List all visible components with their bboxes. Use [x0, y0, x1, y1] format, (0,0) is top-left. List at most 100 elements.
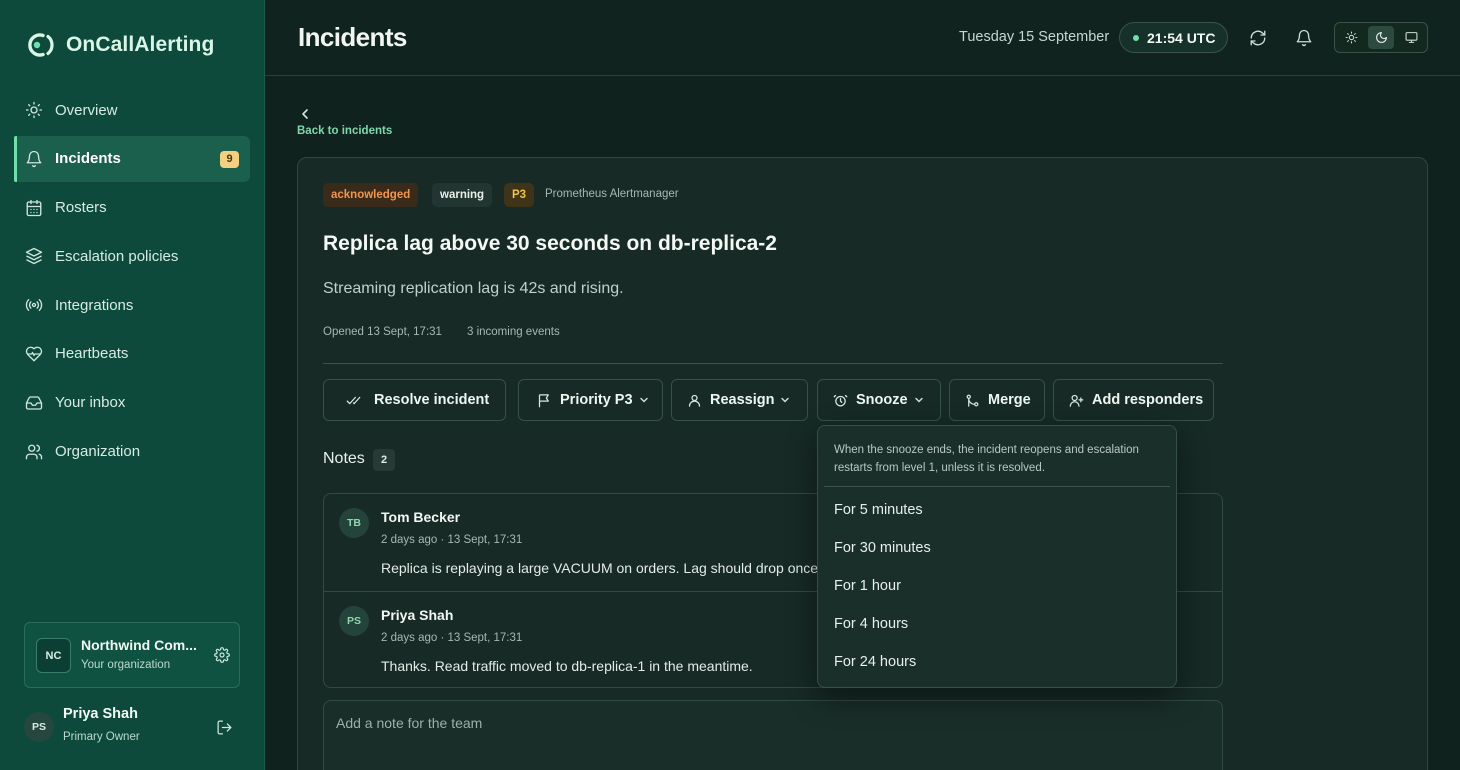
page-title: Incidents: [298, 22, 407, 52]
snooze-dropdown-button[interactable]: Snooze: [817, 379, 941, 421]
chevron-left-icon[interactable]: [299, 107, 311, 121]
resolve-incident-label: Resolve incident: [374, 392, 490, 408]
sidebar-nav: Overview Incidents 9 Rosters Escalation …: [14, 87, 250, 477]
reassign-label: Reassign: [710, 392, 775, 408]
sidebar-item-label: Incidents: [55, 150, 121, 168]
sidebar-item-integrations[interactable]: Integrations: [14, 282, 250, 328]
note-timestamp: 2 days ago · 13 Sept, 17:31: [381, 632, 523, 644]
moon-icon: [1375, 32, 1387, 43]
user-name: Priya Shah: [63, 706, 138, 722]
app-name: OnCallAlerting: [66, 33, 215, 56]
severity-badge: warning: [432, 183, 493, 207]
double-check-icon: [346, 396, 361, 404]
note-author: Tom Becker: [381, 509, 461, 525]
add-responders-button[interactable]: Add responders: [1053, 379, 1214, 421]
add-responders-label: Add responders: [1092, 392, 1204, 408]
sidebar-item-label: Escalation policies: [55, 247, 179, 265]
user-icon: [688, 394, 701, 407]
logout-icon[interactable]: [216, 719, 233, 736]
back-to-incidents-link[interactable]: Back to incidents: [297, 125, 392, 137]
user-plus-icon: [1069, 394, 1084, 407]
note-author: Priya Shah: [381, 607, 454, 623]
snooze-option-24-hours[interactable]: For 24 hours: [834, 654, 916, 670]
priority-badge: P3: [504, 183, 535, 207]
organization-switcher[interactable]: NC Northwind Com... Your organization: [24, 622, 240, 688]
sidebar-item-label: Overview: [55, 101, 118, 119]
theme-dark-button[interactable]: [1368, 26, 1394, 49]
calendar-icon: [26, 199, 42, 216]
incident-description: Streaming replication lag is 42s and ris…: [323, 280, 624, 297]
heart-pulse-icon: [25, 346, 43, 362]
divider: [323, 363, 1223, 364]
refresh-icon[interactable]: [1249, 29, 1267, 47]
user-role: Primary Owner: [63, 731, 140, 743]
inbox-icon: [25, 396, 43, 410]
divider: [824, 486, 1170, 487]
chevron-down-icon: [914, 397, 923, 403]
incident-title: Replica lag above 30 seconds on db-repli…: [323, 232, 777, 255]
sidebar-item-rosters[interactable]: Rosters: [14, 185, 250, 231]
sidebar-item-label: Heartbeats: [55, 345, 129, 363]
avatar: PS: [24, 712, 54, 742]
reassign-dropdown-button[interactable]: Reassign: [671, 379, 808, 421]
sun-icon: [1345, 31, 1357, 44]
bell-icon: [26, 150, 42, 167]
snooze-option-5-minutes[interactable]: For 5 minutes: [834, 502, 923, 518]
sidebar-item-label: Rosters: [55, 199, 107, 217]
snooze-menu: When the snooze ends, the incident reope…: [817, 425, 1177, 688]
note-timestamp: 2 days ago · 13 Sept, 17:31: [381, 534, 523, 546]
alarm-clock-icon: [833, 394, 848, 406]
utc-clock: 21:54 UTC: [1119, 22, 1228, 53]
sidebar-item-your-inbox[interactable]: Your inbox: [14, 380, 250, 426]
snooze-hint: When the snooze ends, the incident reope…: [834, 444, 1139, 474]
chevron-down-icon: [781, 397, 790, 403]
theme-light-button[interactable]: [1338, 26, 1364, 49]
status-badge: acknowledged: [323, 183, 419, 207]
org-name: Northwind Com...: [81, 637, 197, 653]
logo-icon: [28, 33, 54, 57]
layers-icon: [25, 248, 43, 265]
opened-timestamp: Opened 13 Sept, 17:31: [323, 326, 442, 338]
chevron-down-icon: [639, 397, 648, 403]
sidebar-item-label: Your inbox: [55, 394, 126, 412]
merge-button[interactable]: Merge: [949, 379, 1045, 421]
sidebar-item-heartbeats[interactable]: Heartbeats: [14, 331, 250, 377]
avatar: PS: [339, 606, 369, 636]
incident-source: Prometheus Alertmanager: [545, 188, 679, 200]
theme-system-button[interactable]: [1398, 26, 1424, 49]
org-subtitle: Your organization: [81, 659, 171, 671]
snooze-option-30-minutes[interactable]: For 30 minutes: [834, 540, 931, 556]
sun-icon: [25, 101, 43, 119]
notifications-bell-icon[interactable]: [1295, 29, 1313, 47]
add-note-textarea[interactable]: Add a note for the team: [323, 700, 1223, 770]
sidebar-item-label: Organization: [55, 443, 141, 461]
note-text: Replica is replaying a large VACUUM on o…: [381, 560, 819, 576]
incident-count-badge: 9: [220, 150, 239, 168]
incoming-events-count: 3 incoming events: [467, 326, 560, 338]
resolve-incident-button[interactable]: Resolve incident: [323, 379, 506, 421]
note-text: Thanks. Read traffic moved to db-replica…: [381, 658, 753, 674]
avatar: TB: [339, 508, 369, 538]
snooze-option-4-hours[interactable]: For 4 hours: [834, 616, 908, 632]
snooze-label: Snooze: [856, 392, 908, 408]
sidebar-item-organization[interactable]: Organization: [14, 429, 250, 475]
gear-icon[interactable]: [214, 647, 230, 663]
current-user: PS Priya Shah Primary Owner: [24, 704, 240, 754]
flag-icon: [538, 393, 549, 407]
notes-heading: Notes: [323, 450, 365, 467]
brand[interactable]: OnCallAlerting: [24, 31, 214, 59]
snooze-option-1-hour[interactable]: For 1 hour: [834, 578, 901, 594]
sidebar: OnCallAlerting Overview Incidents 9 Rost…: [0, 0, 265, 770]
org-avatar: NC: [36, 638, 71, 673]
priority-dropdown-button[interactable]: Priority P3: [518, 379, 663, 421]
notes-count-badge: 2: [373, 449, 395, 471]
theme-switcher: [1334, 22, 1428, 53]
sidebar-item-escalation-policies[interactable]: Escalation policies: [14, 233, 250, 279]
git-merge-icon: [966, 394, 979, 407]
sidebar-item-overview[interactable]: Overview: [14, 87, 250, 133]
utc-time: 21:54 UTC: [1147, 29, 1216, 46]
merge-label: Merge: [988, 392, 1031, 408]
priority-label: Priority P3: [560, 392, 633, 408]
sidebar-item-incidents[interactable]: Incidents 9: [14, 135, 250, 182]
current-date: Tuesday 15 September: [959, 29, 1110, 45]
